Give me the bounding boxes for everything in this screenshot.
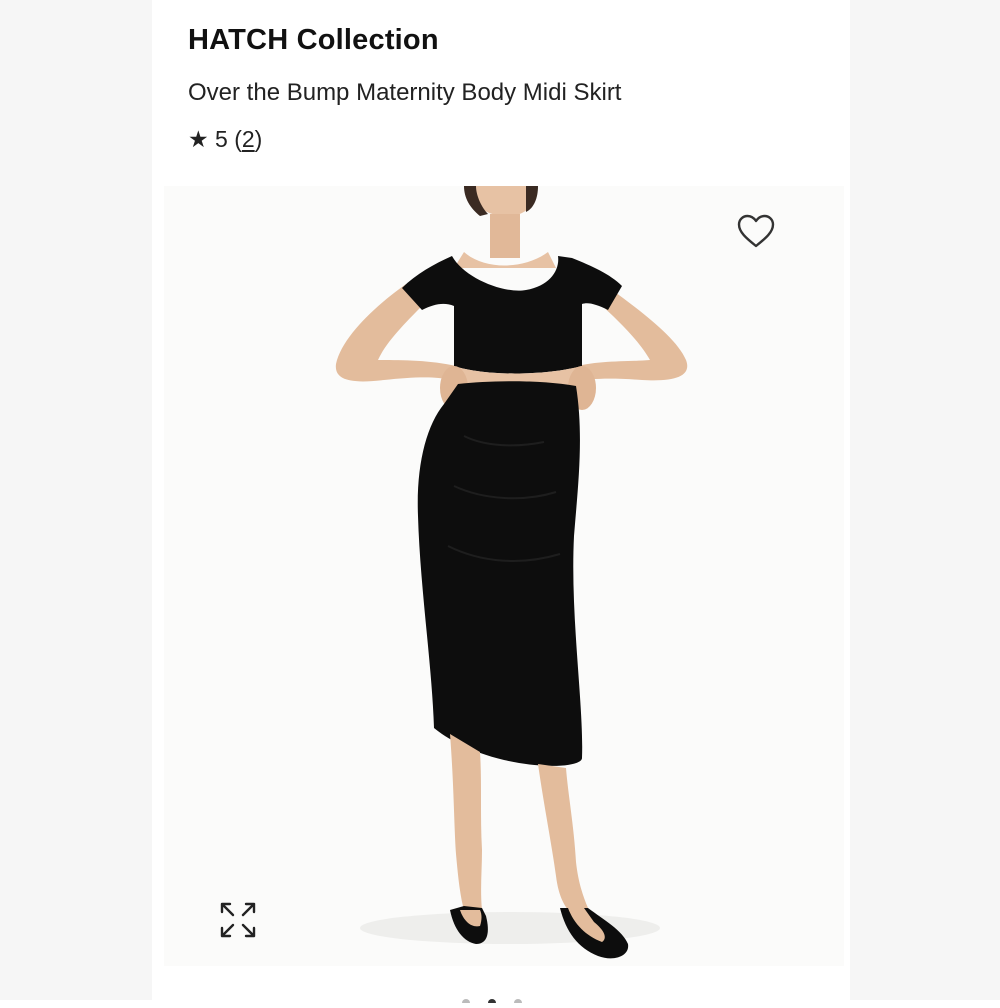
product-title: Over the Bump Maternity Body Midi Skirt — [188, 79, 622, 106]
star-icon: ★ — [188, 126, 209, 152]
rating-value: 5 — [215, 126, 228, 152]
pagination-dots-icon — [462, 999, 522, 1007]
brand-name[interactable]: HATCH Collection — [188, 24, 439, 57]
rating[interactable]: ★ 5 (2) — [188, 126, 262, 153]
heart-outline-icon — [737, 214, 775, 248]
model-illustration — [335, 186, 688, 959]
review-count-link[interactable]: 2 — [242, 126, 255, 152]
review-count-close: ) — [254, 126, 263, 152]
review-count-open: ( — [234, 126, 242, 152]
favorite-button[interactable] — [736, 212, 776, 252]
right-gutter — [850, 0, 1000, 1000]
expand-arrows-icon — [220, 902, 256, 938]
product-image[interactable] — [164, 186, 844, 966]
left-gutter — [0, 0, 152, 1000]
expand-image-button[interactable] — [218, 900, 258, 940]
image-pagination[interactable] — [456, 990, 536, 1007]
product-card: HATCH Collection Over the Bump Maternity… — [152, 0, 850, 1007]
